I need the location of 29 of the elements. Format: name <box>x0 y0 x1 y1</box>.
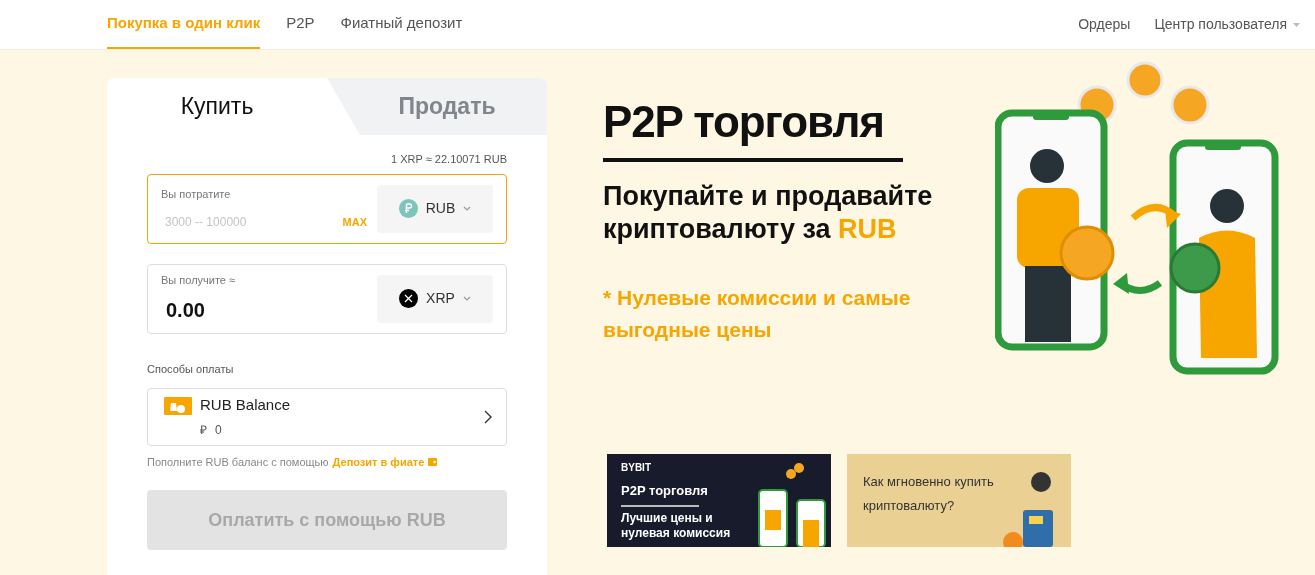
caret-icon <box>1293 22 1300 27</box>
money-bag-icon <box>164 396 192 415</box>
nav-link[interactable]: Ордеры <box>1078 14 1131 35</box>
hero-note: * Нулевые комиссии и самые выгодные цены <box>603 285 912 343</box>
hero-title: P2P торговля <box>603 100 885 144</box>
x-coin-icon <box>399 289 419 308</box>
chevron-right-icon <box>484 409 492 424</box>
hero-subtitle: Покупайте и продавайте криптовалюту за RUB <box>603 180 934 246</box>
ruble-coin-icon <box>398 199 418 218</box>
amount-value: 0.00 <box>165 297 206 323</box>
receive-field[interactable]: Вы получите ≈ 0.00 XRP <box>147 263 507 334</box>
currency-select[interactable]: XRP <box>377 274 493 323</box>
field-label: Вы потратите <box>161 187 232 203</box>
promo-banner[interactable]: BYBIT P2P торговля Лучшие цены и нулевая комиссия <box>607 454 831 547</box>
spend-field[interactable]: Вы потратите 3000 -- 100000 MAX RUB <box>147 173 507 244</box>
section-label: Способы оплаты <box>147 362 234 375</box>
currency-select[interactable]: RUB <box>377 184 493 233</box>
chevron-down-icon <box>462 296 471 301</box>
chevron-down-icon <box>463 206 472 211</box>
nav-tab[interactable]: P2P <box>286 0 315 49</box>
exchange-rate: 1 XRP ≈ 22.10071 RUB <box>391 152 507 167</box>
amount-input[interactable]: 3000 -- 100000 <box>161 212 343 231</box>
nav-tab[interactable]: Фиатный депозит <box>340 0 463 49</box>
nav-link[interactable]: Центр пользователя <box>1154 14 1300 35</box>
deposit-hint: Пополните RUB баланс с помощью <box>147 454 329 470</box>
payment-method[interactable]: RUB Balance ₽ 0 <box>147 387 507 446</box>
field-label: Вы получите ≈ <box>161 273 237 289</box>
wallet-icon <box>428 457 438 466</box>
promo-banner[interactable]: Как мгновенно купить криптовалюту? <box>847 454 1071 547</box>
